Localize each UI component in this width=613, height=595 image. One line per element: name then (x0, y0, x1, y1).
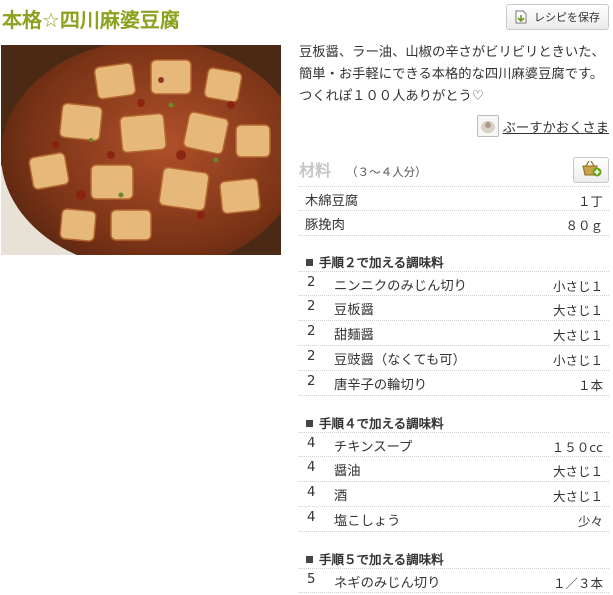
ingredient-row: 5 ネギのみじん切り １／３本 (299, 568, 609, 593)
ingredient-name: ネギのみじん切り (334, 576, 441, 591)
ingredient-section-title: 手順２で加える調味料 (306, 252, 444, 271)
ingredient-qty: ８０ｇ (565, 218, 603, 233)
servings-text: （３～４人分） (346, 165, 427, 179)
step-number: 2 (307, 324, 316, 339)
ingredient-row: 4 醤油 大さじ１ (299, 457, 609, 482)
recipe-description: 豆板醤、ラー油、山椒の辛さがビリビリときいた、簡単・お手軽にできる本格的な四川麻… (299, 45, 605, 104)
ingredient-name: 唐辛子の輪切り (334, 378, 428, 393)
step-number: 2 (307, 275, 316, 290)
ingredients-heading: 材料 (299, 161, 332, 180)
recipe-title: 本格☆四川麻婆豆腐 (2, 8, 180, 32)
ingredient-section-title: 手順５で加える調味料 (306, 549, 444, 568)
save-recipe-button[interactable]: レシピを保存 (506, 4, 609, 30)
ingredient-name: 醤油 (334, 464, 361, 479)
step-number: 2 (307, 349, 316, 364)
ingredient-qty: 大さじ１ (552, 489, 603, 504)
ingredient-name: チキンスープ (334, 440, 413, 455)
ingredient-qty: １丁 (577, 194, 603, 209)
step-number: 2 (307, 374, 316, 389)
save-recipe-label: レシピを保存 (534, 11, 600, 24)
ingredient-name: ニンニクのみじん切り (334, 279, 467, 294)
ingredient-row: 木綿豆腐 １丁 (299, 186, 609, 211)
ingredient-row: 2 唐辛子の輪切り １本 (299, 371, 609, 396)
ingredient-section-title: 手順４で加える調味料 (306, 413, 444, 432)
ingredient-name: 豚挽肉 (305, 218, 345, 233)
ingredient-qty: 大さじ１ (552, 328, 603, 343)
save-recipe-icon (513, 9, 529, 25)
ingredient-qty: 大さじ１ (552, 303, 603, 318)
ingredient-name: 甜麺醤 (334, 328, 374, 343)
add-to-shopping-list-button[interactable] (573, 157, 609, 183)
author-avatar (476, 115, 499, 137)
ingredient-row: 豚挽肉 ８０ｇ (299, 211, 609, 236)
ingredient-qty: 大さじ１ (552, 464, 603, 479)
author-name[interactable]: ぶーすかおくさま (503, 117, 609, 136)
ingredient-qty: 小さじ１ (552, 353, 603, 368)
ingredient-qty: １／３本 (552, 576, 603, 591)
ingredient-row: 2 ニンニクのみじん切り 小さじ１ (299, 271, 609, 296)
step-number: 4 (307, 436, 316, 451)
mapo-tofu-photo[interactable] (1, 45, 281, 255)
ingredients-header: 材料 （３～４人分） (299, 157, 609, 183)
ingredient-row: 2 豆板醤 大さじ１ (299, 296, 609, 321)
step-number: 5 (307, 572, 316, 587)
ingredient-name: 酒 (334, 489, 348, 504)
step-number: 4 (307, 485, 316, 500)
ingredient-name: 木綿豆腐 (305, 194, 359, 209)
ingredient-qty: 少々 (577, 514, 603, 529)
step-number: 4 (307, 460, 316, 475)
author-link[interactable]: ぶーすかおくさま (476, 115, 609, 137)
ingredient-qty: １５０cc (551, 440, 603, 455)
ingredient-qty: １本 (577, 378, 603, 393)
ingredient-row: 4 塩こしょう 少々 (299, 507, 609, 532)
ingredient-name: 豆板醤 (334, 303, 374, 318)
ingredient-row: 4 酒 大さじ１ (299, 482, 609, 507)
ingredient-row: 4 チキンスープ １５０cc (299, 432, 609, 457)
ingredient-name: 塩こしょう (334, 514, 401, 529)
ingredient-qty: 小さじ１ (552, 279, 603, 294)
step-number: 4 (307, 510, 316, 525)
ingredient-name: 豆豉醤（なくても可） (334, 353, 466, 368)
ingredient-row: 2 甜麺醤 大さじ１ (299, 321, 609, 346)
step-number: 2 (307, 299, 316, 314)
shopping-basket-icon (580, 159, 602, 181)
ingredient-row: 2 豆豉醤（なくても可） 小さじ１ (299, 346, 609, 371)
